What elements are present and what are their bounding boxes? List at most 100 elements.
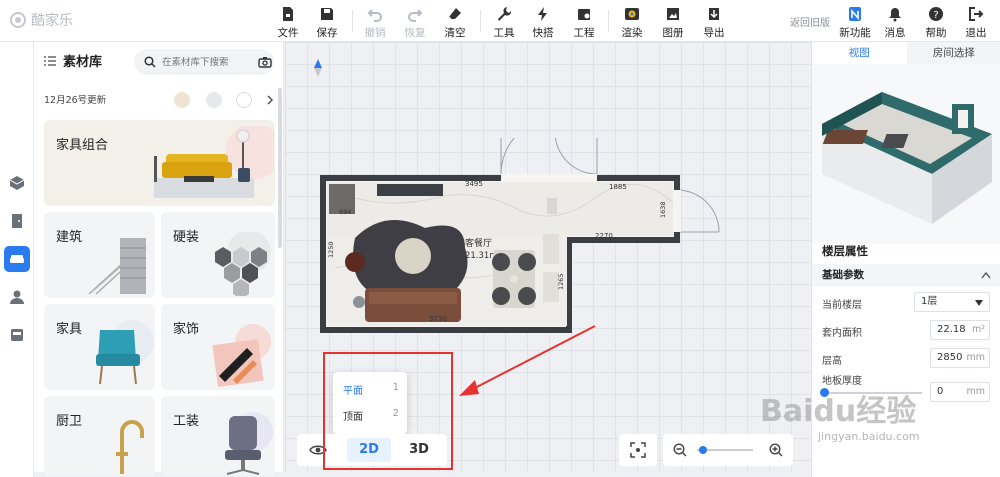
user-icon — [10, 290, 24, 304]
logo-icon — [10, 12, 26, 28]
album-icon — [667, 8, 679, 20]
search-icon — [144, 56, 156, 68]
exit-icon — [969, 7, 984, 21]
card-commercial[interactable]: 工装 — [161, 396, 275, 476]
undo-icon — [367, 9, 382, 22]
dim-top-right: 1885 — [609, 183, 627, 191]
height-label: 层高 — [822, 356, 842, 367]
rail-item-store[interactable] — [4, 322, 30, 348]
tools-button[interactable]: 工具 — [486, 4, 522, 40]
project-icon — [578, 9, 590, 20]
design-canvas[interactable]: 客餐厅 21.31m² 3495 1885 2270 3730 694 1250… — [285, 42, 811, 472]
cushion-image — [212, 324, 271, 387]
app-logo[interactable]: 酷家乐 — [10, 10, 73, 30]
update-thumb-1[interactable] — [174, 92, 190, 108]
dropdown-caret-icon — [975, 300, 983, 306]
dim-left-small: 694 — [339, 208, 351, 216]
save-icon — [321, 8, 333, 20]
dim-step: 2270 — [595, 232, 613, 240]
update-thumb-3[interactable] — [236, 92, 252, 108]
project-button[interactable]: 工程 — [566, 4, 602, 40]
file-button[interactable]: 文件 — [270, 4, 306, 40]
card-furniture[interactable]: 家具 — [44, 304, 155, 390]
hexagon-tiles-image — [215, 232, 271, 296]
library-search-input[interactable] — [162, 56, 252, 68]
render-button[interactable]: 渲染 — [614, 4, 650, 40]
stairs-image — [88, 238, 146, 295]
library-header: 素材库 — [44, 51, 102, 70]
library-search-box[interactable] — [134, 49, 274, 75]
eraser-icon — [448, 8, 461, 20]
render-icon — [625, 8, 639, 20]
rail-item-sofa[interactable] — [4, 246, 30, 272]
chevron-right-icon[interactable] — [266, 95, 274, 105]
annotation-arrow — [459, 325, 596, 396]
floor-thickness-label: 地板厚度 — [822, 376, 862, 387]
armchair-image — [96, 320, 154, 385]
sofa-icon — [10, 255, 24, 263]
area-label: 套内面积 — [822, 328, 862, 339]
message-button[interactable]: 消息 — [877, 4, 913, 40]
furniture-combo-image — [154, 126, 274, 198]
area-input[interactable]: 22.18 m² — [930, 320, 990, 340]
list-icon[interactable] — [44, 55, 56, 67]
fit-screen-icon — [630, 442, 646, 458]
cube-icon — [9, 176, 25, 190]
floor-select[interactable]: 1层 — [914, 292, 990, 312]
wrench-icon — [498, 7, 512, 21]
door-icon — [12, 214, 22, 228]
floor-label: 当前楼层 — [822, 300, 862, 311]
zoom-slider-handle[interactable] — [699, 446, 707, 454]
back-to-old-version-link[interactable]: 返回旧版 — [790, 14, 830, 29]
update-label: 12月26号更新 — [44, 95, 107, 106]
dim-bottom: 3730 — [429, 315, 447, 323]
new-feature-button[interactable]: 新功能 — [837, 4, 873, 40]
chevron-up-icon[interactable] — [981, 271, 991, 279]
rail-item-user[interactable] — [4, 284, 30, 310]
fit-view-button[interactable] — [619, 434, 657, 466]
section-basic-params[interactable]: 基础参数 — [812, 264, 1000, 286]
tab-view[interactable]: 视图 — [812, 42, 907, 64]
card-decor[interactable]: 家饰 — [161, 304, 275, 390]
card-furniture-combo[interactable]: 家具组合 — [44, 120, 275, 206]
3d-preview[interactable] — [812, 64, 1000, 244]
album-button[interactable]: 图册 — [655, 4, 691, 40]
card-kitchen-bath[interactable]: 厨卫 — [44, 396, 155, 476]
rail-item-door[interactable] — [4, 208, 30, 234]
top-toolbar: 酷家乐 文件 保存 撤销 恢复 清空 工具 快搭 工程 渲染 图册 导出 返回旧… — [0, 0, 1000, 42]
rail-item-3d-box[interactable] — [4, 170, 30, 196]
undo-button[interactable]: 撤销 — [357, 4, 393, 40]
card-hard-decoration[interactable]: 硬装 — [161, 212, 275, 298]
exit-button[interactable]: 退出 — [958, 4, 994, 40]
library-scrollbar[interactable] — [278, 88, 282, 248]
app-brand: 酷家乐 — [31, 13, 73, 29]
dim-top-left: 3495 — [465, 180, 483, 188]
bell-icon — [889, 8, 901, 22]
save-button[interactable]: 保存 — [309, 4, 345, 40]
floor-plan[interactable]: 客餐厅 21.31m² 3495 1885 2270 3730 694 1250… — [315, 138, 735, 338]
camera-icon[interactable] — [258, 56, 272, 68]
new-feature-icon — [849, 7, 861, 21]
quick-build-button[interactable]: 快搭 — [525, 4, 561, 40]
update-row: 12月26号更新 — [44, 92, 279, 110]
help-icon: ? — [929, 7, 943, 21]
dim-inner: 1265 — [557, 273, 565, 290]
watermark-brand: Baidu经验 — [760, 394, 917, 429]
annotation-highlight-box — [323, 352, 453, 470]
zoom-out-icon[interactable] — [673, 443, 687, 457]
props-title: 楼层属性 — [822, 244, 868, 258]
export-button[interactable]: 导出 — [696, 4, 732, 40]
redo-button[interactable]: 恢复 — [397, 4, 433, 40]
floor-thickness-input[interactable]: 0 mm — [930, 382, 990, 402]
help-button[interactable]: ? 帮助 — [918, 4, 954, 40]
update-thumb-2[interactable] — [206, 92, 222, 108]
tab-room-select[interactable]: 房间选择 — [907, 42, 1000, 64]
clear-button[interactable]: 清空 — [437, 4, 473, 40]
zoom-control — [663, 434, 793, 466]
office-chair-image — [225, 412, 273, 475]
zoom-in-icon[interactable] — [769, 443, 783, 457]
export-icon — [709, 8, 719, 20]
compass-icon[interactable] — [313, 58, 323, 78]
height-input[interactable]: 2850 mm — [930, 348, 990, 368]
card-architecture[interactable]: 建筑 — [44, 212, 155, 298]
